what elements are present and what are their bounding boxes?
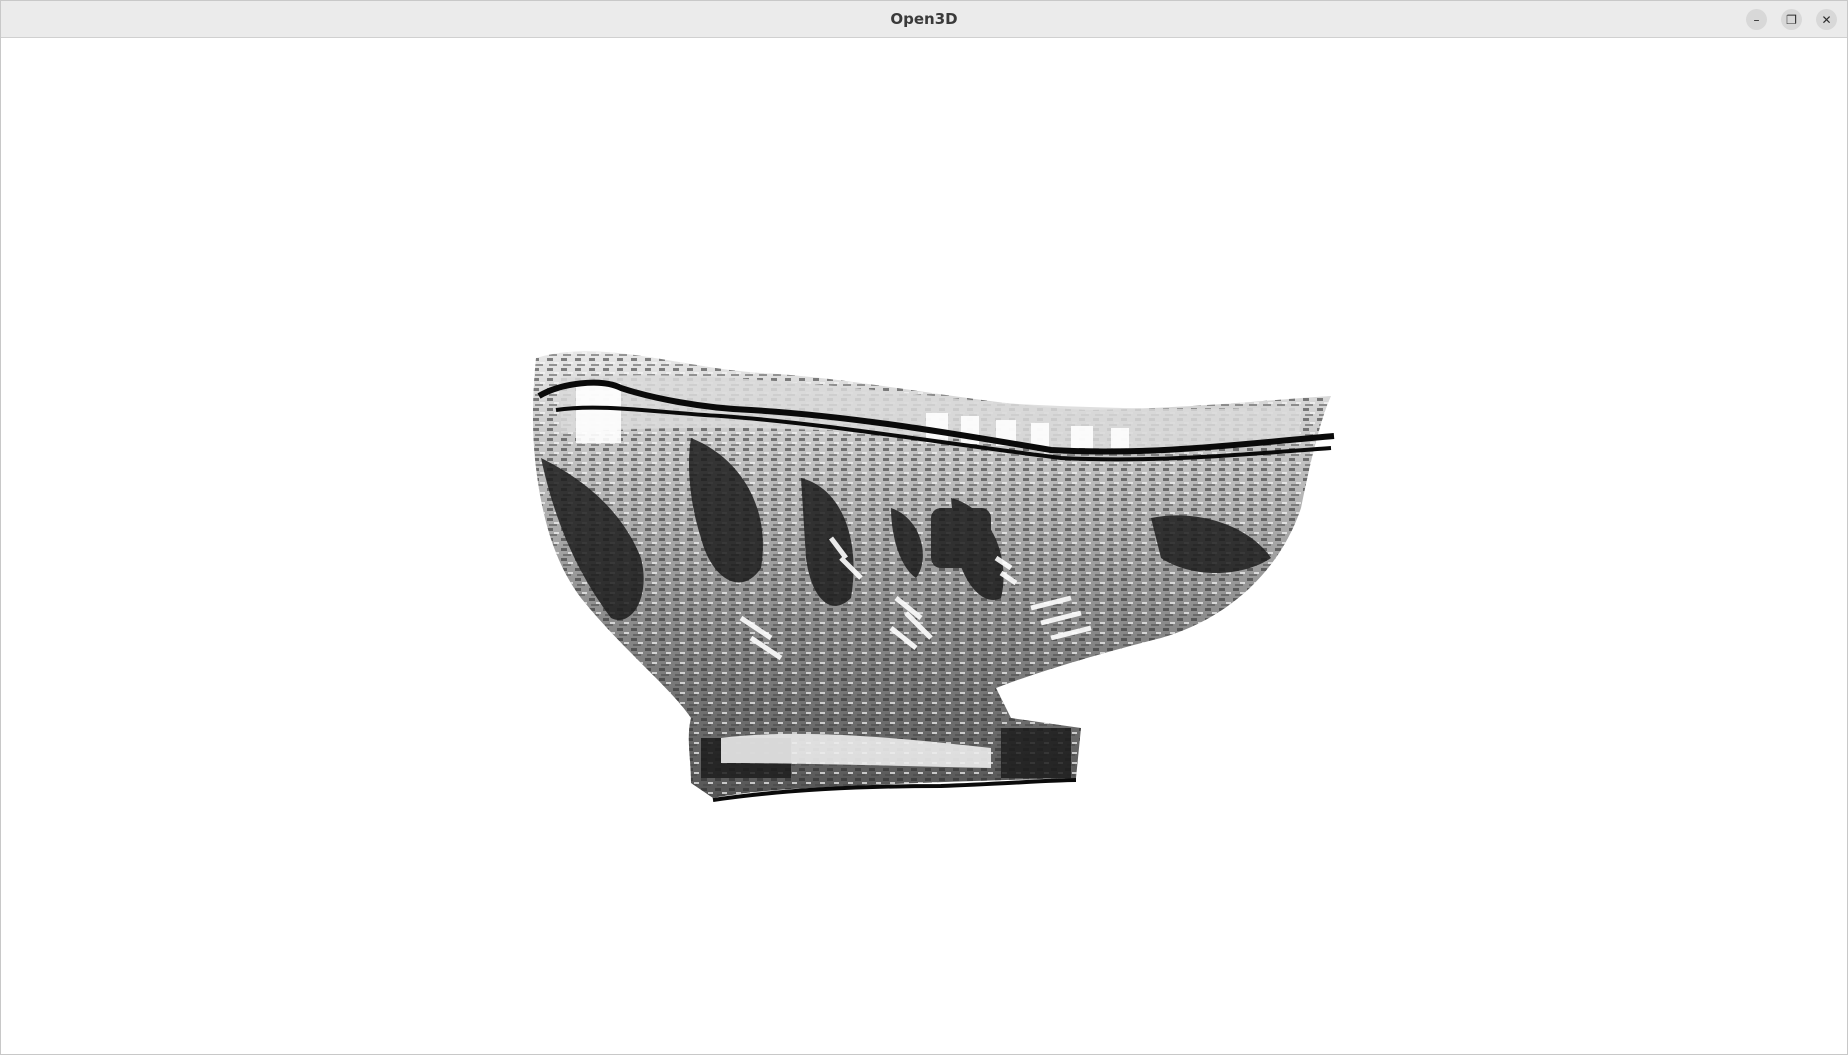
open3d-window: Open3D – ❐ ✕: [0, 0, 1848, 1055]
maximize-button[interactable]: ❐: [1781, 9, 1802, 30]
close-button[interactable]: ✕: [1816, 9, 1837, 30]
minimize-icon: –: [1753, 12, 1760, 27]
point-cloud-render: [532, 351, 1335, 802]
title-bar[interactable]: Open3D – ❐ ✕: [1, 1, 1847, 38]
maximize-icon: ❐: [1786, 12, 1797, 27]
point-cloud-mesh: [532, 351, 1335, 802]
close-icon: ✕: [1821, 12, 1832, 27]
window-controls: – ❐ ✕: [1746, 9, 1837, 30]
3d-render-viewport[interactable]: [1, 38, 1847, 1054]
minimize-button[interactable]: –: [1746, 9, 1767, 30]
window-title: Open3D: [890, 10, 958, 28]
